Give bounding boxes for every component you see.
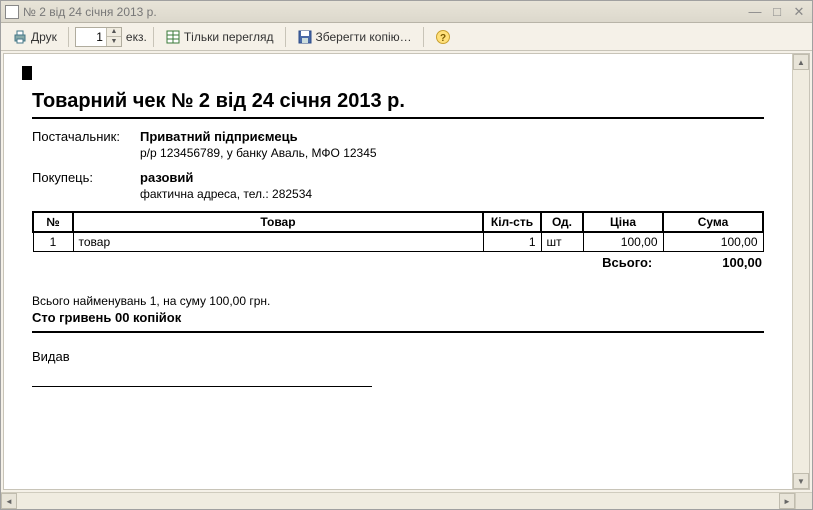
supplier-name: Приватний підприємець: [140, 129, 298, 144]
signature-line: [32, 386, 372, 387]
issuer-label: Видав: [32, 349, 764, 364]
col-price: Ціна: [583, 212, 663, 232]
buyer-label: Покупець:: [32, 170, 140, 185]
copies-suffix: екз.: [126, 30, 147, 44]
help-icon: ?: [435, 29, 451, 45]
col-number: №: [33, 212, 73, 232]
scroll-right-button[interactable]: ►: [779, 493, 795, 509]
total-value: 100,00: [722, 255, 762, 270]
supplier-row: Постачальник: Приватний підприємець: [32, 129, 764, 144]
print-preview-window: № 2 від 24 січня 2013 р. — □ ✕ Друк ▲ ▼ …: [0, 0, 813, 510]
cell-sum: 100,00: [663, 232, 763, 252]
separator: [285, 27, 286, 47]
document-title: Товарний чек № 2 від 24 січня 2013 р.: [32, 90, 764, 113]
save-copy-button[interactable]: Зберегти копію…: [292, 27, 417, 47]
col-sum: Сума: [663, 212, 763, 232]
bottom-scroll-row: ◄ ►: [1, 492, 812, 509]
toolbar: Друк ▲ ▼ екз. Тільки перегляд Зберегти к…: [1, 23, 812, 51]
scroll-left-button[interactable]: ◄: [1, 493, 17, 509]
spinner-down-button[interactable]: ▼: [107, 37, 121, 46]
amount-in-words: Сто гривень 00 копійок: [32, 310, 764, 325]
view-only-label: Тільки перегляд: [184, 30, 274, 44]
close-button[interactable]: ✕: [790, 4, 808, 20]
supplier-details: р/р 123456789, у банку Аваль, МФО 12345: [140, 146, 764, 160]
col-unit: Од.: [541, 212, 583, 232]
view-only-button[interactable]: Тільки перегляд: [160, 27, 279, 47]
scroll-track[interactable]: [793, 70, 809, 473]
buyer-details: фактична адреса, тел.: 282534: [140, 187, 764, 201]
total-label: Всього:: [602, 255, 652, 270]
separator: [68, 27, 69, 47]
buyer-name: разовий: [140, 170, 193, 185]
page-corner-mark: [22, 66, 32, 80]
summary-divider: [32, 331, 764, 333]
maximize-button[interactable]: □: [768, 4, 786, 20]
copies-spinner[interactable]: ▲ ▼: [75, 27, 122, 47]
titlebar: № 2 від 24 січня 2013 р. — □ ✕: [1, 1, 812, 23]
window-controls: — □ ✕: [746, 4, 808, 20]
save-copy-label: Зберегти копію…: [316, 30, 412, 44]
help-button[interactable]: ?: [430, 27, 456, 47]
floppy-icon: [297, 29, 313, 45]
scrollbar-corner: [795, 492, 812, 509]
printer-icon: [12, 29, 28, 45]
scroll-track[interactable]: [17, 493, 779, 509]
table-icon: [165, 29, 181, 45]
svg-text:?: ?: [440, 33, 446, 44]
col-qty: Кіл-сть: [483, 212, 541, 232]
title-divider: [32, 117, 764, 119]
minimize-button[interactable]: —: [746, 4, 764, 20]
content-area: Товарний чек № 2 від 24 січня 2013 р. По…: [3, 53, 810, 490]
vertical-scrollbar[interactable]: ▲ ▼: [792, 54, 809, 489]
cell-number: 1: [33, 232, 73, 252]
doc-icon: [5, 5, 19, 19]
document-page: Товарний чек № 2 від 24 січня 2013 р. По…: [4, 54, 792, 489]
summary-line: Всього найменувань 1, на суму 100,00 грн…: [32, 294, 764, 308]
total-row: Всього: 100,00: [32, 255, 764, 270]
window-title: № 2 від 24 січня 2013 р.: [23, 5, 746, 19]
scroll-up-button[interactable]: ▲: [793, 54, 809, 70]
print-label: Друк: [31, 30, 57, 44]
table-row: 1 товар 1 шт 100,00 100,00: [33, 232, 763, 252]
supplier-label: Постачальник:: [32, 129, 140, 144]
print-button[interactable]: Друк: [7, 27, 62, 47]
items-table: № Товар Кіл-сть Од. Ціна Сума 1 товар 1 …: [32, 211, 764, 252]
horizontal-scrollbar[interactable]: ◄ ►: [1, 492, 795, 509]
spinner-up-button[interactable]: ▲: [107, 28, 121, 37]
cell-price: 100,00: [583, 232, 663, 252]
col-item: Товар: [73, 212, 483, 232]
table-header-row: № Товар Кіл-сть Од. Ціна Сума: [33, 212, 763, 232]
cell-item: товар: [73, 232, 483, 252]
separator: [423, 27, 424, 47]
cell-unit: шт: [541, 232, 583, 252]
copies-input[interactable]: [76, 28, 106, 46]
cell-qty: 1: [483, 232, 541, 252]
separator: [153, 27, 154, 47]
scroll-down-button[interactable]: ▼: [793, 473, 809, 489]
buyer-row: Покупець: разовий: [32, 170, 764, 185]
